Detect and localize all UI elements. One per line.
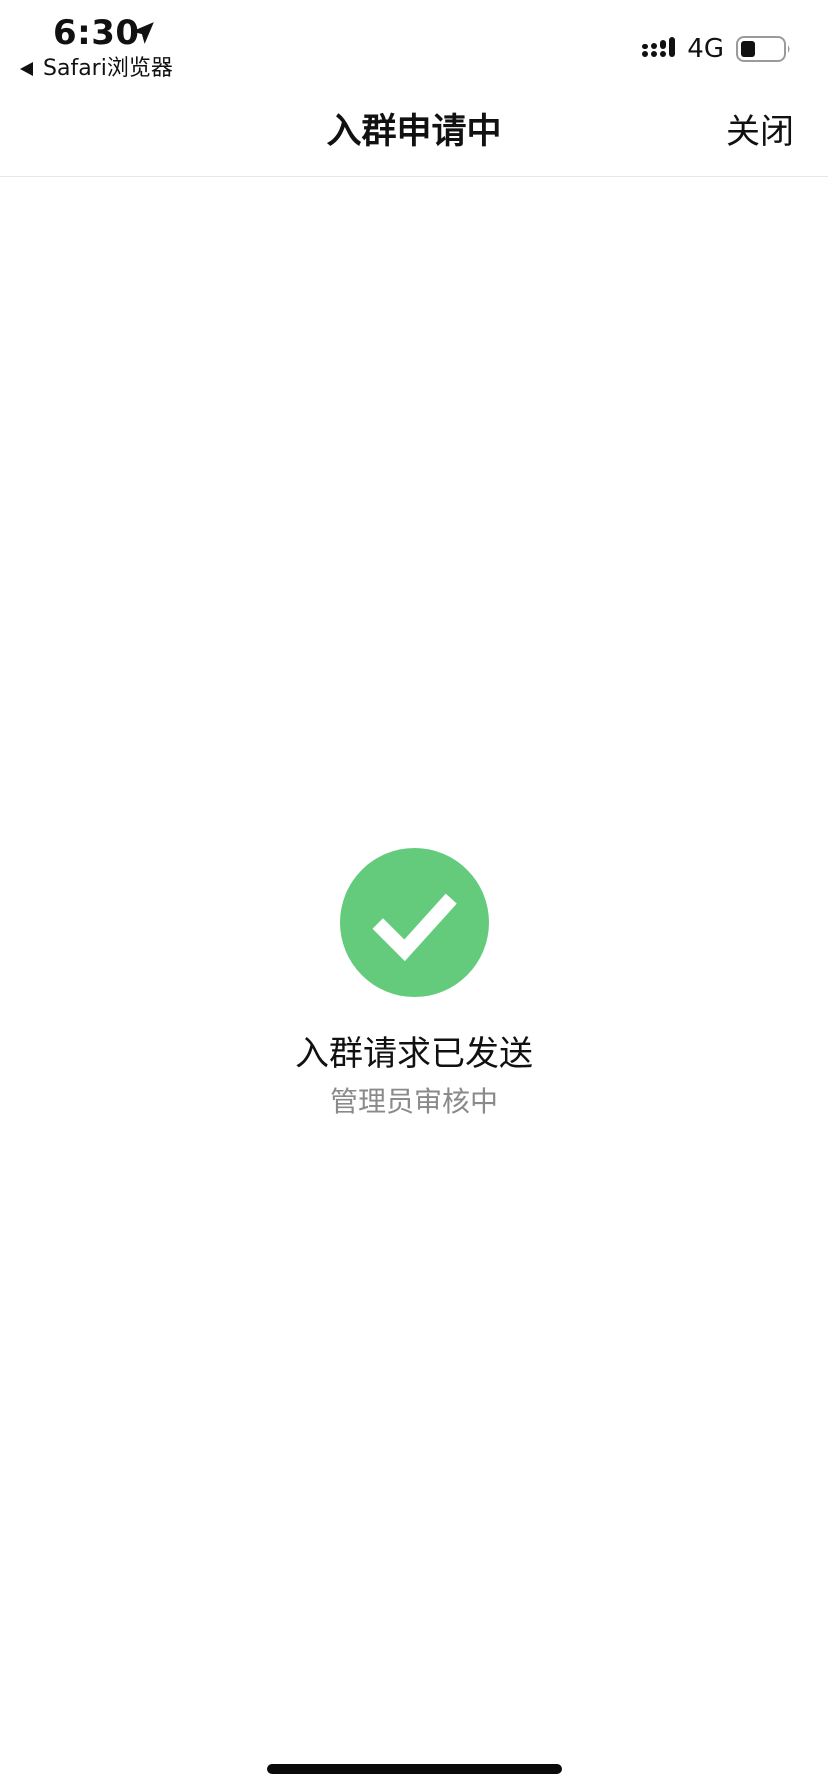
back-to-safari-link[interactable]: Safari浏览器 — [20, 54, 173, 84]
battery-icon — [736, 36, 790, 62]
location-arrow-icon — [132, 22, 154, 44]
status-indicators: 4G — [641, 32, 792, 66]
back-app-label: Safari浏览器 — [43, 56, 173, 81]
result-description: 管理员审核中 — [329, 1085, 498, 1118]
check-circle-icon — [340, 848, 489, 997]
navigation-bar: 入群申请中 关闭 — [0, 90, 828, 177]
status-time: 6:30 — [53, 13, 140, 53]
screen: 6:30 Safari浏览器 4G 入群申请中 关闭 入群请求已发送 管理员审核… — [0, 0, 828, 1792]
status-bar: 6:30 Safari浏览器 4G — [0, 0, 828, 90]
close-button[interactable]: 关闭 — [726, 110, 794, 154]
home-indicator[interactable] — [267, 1764, 562, 1774]
cellular-signal-icon — [642, 37, 676, 57]
network-type: 4G — [687, 34, 724, 64]
page-title: 入群申请中 — [326, 112, 502, 152]
result-title: 入群请求已发送 — [295, 1034, 533, 1074]
back-triangle-icon — [20, 62, 33, 76]
